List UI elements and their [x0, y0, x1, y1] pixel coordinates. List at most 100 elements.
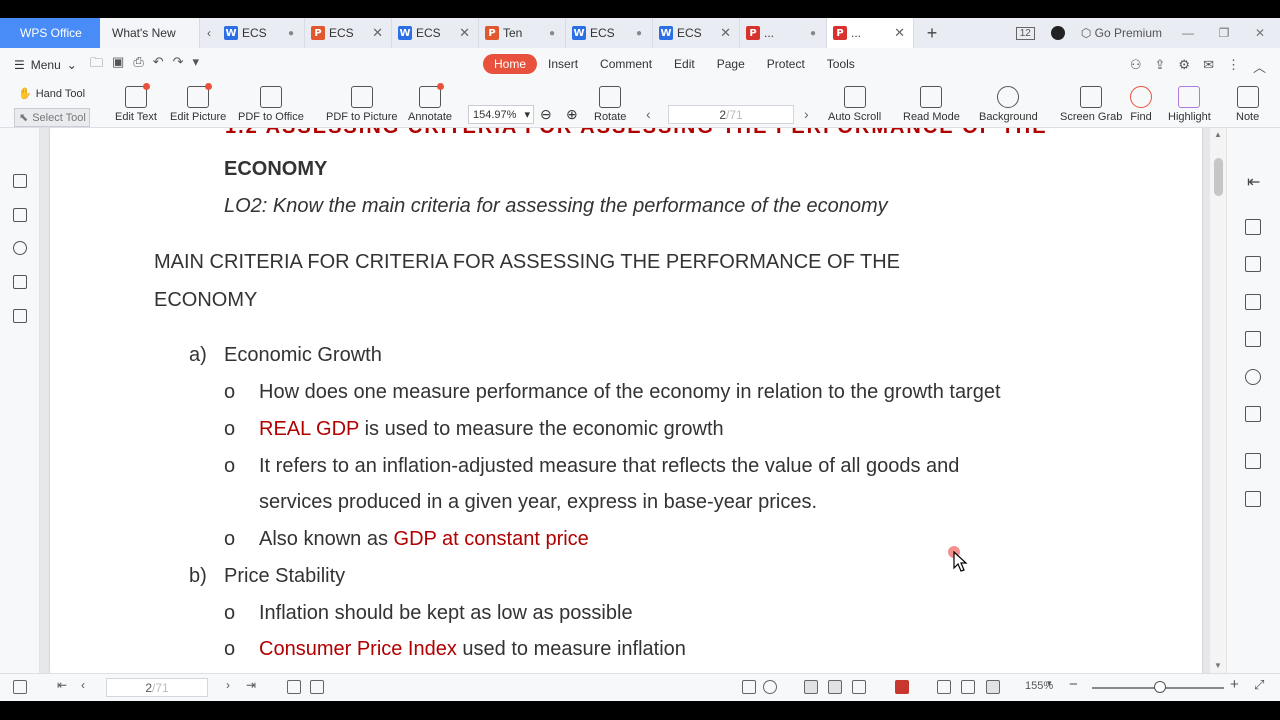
- tab-close-icon[interactable]: ✕: [372, 25, 383, 41]
- collapse-panel-icon[interactable]: ⇤: [1247, 172, 1260, 192]
- page-number-input[interactable]: 2/71: [668, 105, 794, 124]
- tab-close-icon[interactable]: ✕: [894, 25, 905, 41]
- pdf-convert-icon[interactable]: [1245, 219, 1261, 235]
- close-window-icon[interactable]: ✕: [1250, 26, 1270, 40]
- tab-doc-3[interactable]: W ECS ✕: [392, 18, 479, 48]
- avatar[interactable]: [1050, 26, 1065, 40]
- single-page-view-icon[interactable]: [828, 680, 842, 694]
- zoom-in-icon[interactable]: ⊕: [566, 106, 578, 123]
- open-folder-icon[interactable]: 🗀: [90, 54, 103, 76]
- redo-icon[interactable]: ↷: [173, 54, 184, 76]
- scroll-up-icon[interactable]: ▲: [1214, 130, 1222, 139]
- zoom-out-icon[interactable]: ⊖: [540, 106, 552, 123]
- bookmark-icon[interactable]: [13, 174, 27, 188]
- menu-button[interactable]: ☰ Menu ⌄: [0, 58, 90, 72]
- background-button[interactable]: Background: [979, 86, 1038, 123]
- tab-doc-1[interactable]: W ECS ●: [218, 18, 305, 48]
- tab-close-icon[interactable]: ✕: [459, 25, 470, 41]
- more-options-icon[interactable]: ⋮: [1227, 57, 1240, 76]
- tab-count-badge[interactable]: 12: [1015, 26, 1035, 40]
- actual-size-icon[interactable]: [937, 680, 951, 694]
- form-fields-icon[interactable]: [13, 309, 27, 323]
- edit-document-icon[interactable]: [1245, 256, 1261, 272]
- print-icon[interactable]: [1245, 453, 1261, 469]
- next-page-icon[interactable]: ›: [226, 678, 230, 692]
- undo-icon[interactable]: ↶: [153, 54, 164, 76]
- collapse-ribbon-icon[interactable]: ︿: [1253, 57, 1266, 76]
- next-page-icon[interactable]: ›: [804, 106, 809, 122]
- tab-home[interactable]: Home: [483, 54, 538, 74]
- status-page-input[interactable]: 2/71: [106, 678, 208, 697]
- restore-icon[interactable]: ❐: [1214, 26, 1234, 40]
- vertical-scrollbar[interactable]: ▲ ▼: [1210, 128, 1226, 673]
- auto-scroll-button[interactable]: Auto Scroll: [828, 86, 881, 123]
- tab-protect[interactable]: Protect: [756, 54, 816, 74]
- customize-dropdown-icon[interactable]: ▾: [193, 54, 200, 76]
- pdf-to-picture-button[interactable]: PDF to Picture: [326, 86, 398, 123]
- highlight-button[interactable]: Highlight: [1168, 86, 1211, 123]
- find-button[interactable]: Find: [1130, 86, 1152, 123]
- zoom-out-icon[interactable]: −: [1069, 676, 1078, 693]
- previous-page-icon[interactable]: ‹: [646, 106, 651, 122]
- forward-view-icon[interactable]: [310, 680, 324, 694]
- last-page-icon[interactable]: ⇥: [246, 678, 256, 692]
- tab-comment[interactable]: Comment: [589, 54, 663, 74]
- scrollbar-thumb[interactable]: [1214, 158, 1223, 196]
- fullscreen-icon[interactable]: ⤢: [1254, 677, 1264, 693]
- tab-edit[interactable]: Edit: [663, 54, 706, 74]
- tab-modified-dot-icon[interactable]: ●: [636, 28, 642, 39]
- minimize-icon[interactable]: —: [1178, 26, 1198, 40]
- text-layout-icon[interactable]: [1245, 406, 1261, 422]
- rotate-button[interactable]: Rotate: [594, 86, 626, 123]
- chevron-down-icon[interactable]: ▾: [1047, 678, 1052, 689]
- zoom-select[interactable]: 154.97% ▾: [468, 105, 534, 124]
- select-tool-button[interactable]: ⬉ Select Tool: [14, 108, 90, 127]
- scroll-down-icon[interactable]: ▼: [1214, 661, 1222, 670]
- attachment-icon[interactable]: [13, 241, 27, 255]
- export-icon[interactable]: [1245, 294, 1261, 310]
- zoom-in-icon[interactable]: +: [1230, 676, 1239, 693]
- fit-width-icon[interactable]: [986, 680, 1000, 694]
- tab-modified-dot-icon[interactable]: ●: [549, 28, 555, 39]
- new-tab-plus-icon[interactable]: +: [914, 18, 950, 48]
- document-viewport[interactable]: 1.2 ASSESSING CRITERIA FOR ASSESSING THE…: [40, 128, 1210, 673]
- two-page-view-icon[interactable]: [852, 680, 866, 694]
- fit-page-icon[interactable]: [961, 680, 975, 694]
- review-icon[interactable]: [1245, 331, 1261, 347]
- tab-insert[interactable]: Insert: [537, 54, 589, 74]
- tab-modified-dot-icon[interactable]: ●: [288, 28, 294, 39]
- tab-whats-new[interactable]: What's New: [100, 18, 200, 48]
- edit-text-button[interactable]: Edit Text: [115, 83, 157, 123]
- note-button[interactable]: Note: [1236, 86, 1259, 123]
- read-mode-button[interactable]: Read Mode: [903, 86, 960, 123]
- zoom-slider-handle[interactable]: [1154, 681, 1166, 693]
- comment-icon[interactable]: ✉: [1203, 57, 1214, 76]
- back-view-icon[interactable]: [287, 680, 301, 694]
- tab-doc-6[interactable]: W ECS ✕: [653, 18, 740, 48]
- go-premium-link[interactable]: ⬡ Go Premium: [1081, 26, 1162, 40]
- tab-modified-dot-icon[interactable]: ●: [810, 28, 816, 39]
- tab-close-icon[interactable]: ✕: [720, 25, 731, 41]
- print-icon[interactable]: ⎙: [133, 54, 143, 76]
- compress-icon[interactable]: [1245, 491, 1261, 507]
- sign-pen-icon[interactable]: [1245, 369, 1261, 385]
- hand-tool-button[interactable]: ✋ Hand Tool: [18, 87, 85, 101]
- edit-picture-button[interactable]: Edit Picture: [170, 83, 226, 123]
- translate-icon[interactable]: [742, 680, 756, 694]
- signature-icon[interactable]: [13, 275, 27, 289]
- previous-page-icon[interactable]: ‹: [81, 678, 85, 692]
- save-icon[interactable]: ▣: [112, 54, 124, 76]
- user-share-icon[interactable]: ⚇: [1130, 57, 1142, 76]
- sidebar-toggle-icon[interactable]: [13, 680, 27, 694]
- pdf-to-office-button[interactable]: PDF to Office: [238, 86, 304, 123]
- annotate-button[interactable]: Annotate: [408, 83, 452, 123]
- settings-gear-icon[interactable]: ⚙: [1178, 57, 1190, 76]
- share-icon[interactable]: ⇪: [1155, 57, 1166, 76]
- play-slideshow-icon[interactable]: [895, 680, 909, 694]
- tab-doc-5[interactable]: W ECS ●: [566, 18, 653, 48]
- tab-wps-office[interactable]: WPS Office: [0, 18, 100, 48]
- screen-grab-button[interactable]: Screen Grab: [1060, 86, 1122, 123]
- tab-page[interactable]: Page: [706, 54, 756, 74]
- first-page-icon[interactable]: ⇤: [57, 678, 67, 692]
- continuous-view-icon[interactable]: [804, 680, 818, 694]
